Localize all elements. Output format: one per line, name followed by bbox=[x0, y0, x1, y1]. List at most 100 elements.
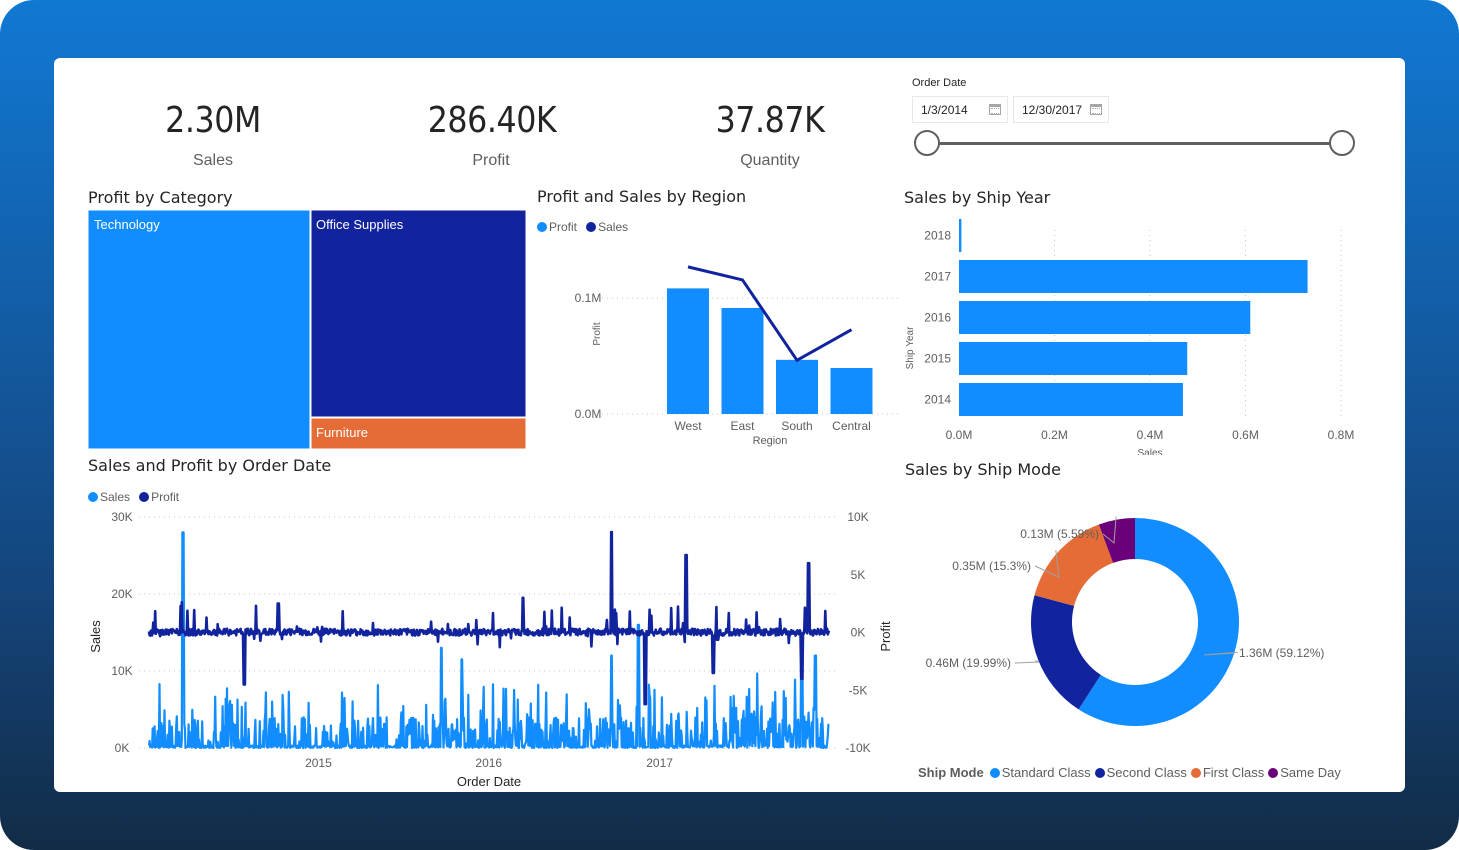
data-label: 1.36M (59.12%) bbox=[1239, 646, 1324, 660]
calendar-icon[interactable] bbox=[989, 104, 1001, 115]
y-tick-label: 2017 bbox=[924, 270, 951, 284]
legend-item-standard-class[interactable]: Standard Class bbox=[989, 765, 1091, 780]
y-tick-label: 2015 bbox=[924, 352, 951, 366]
x-tick-label: 0.4M bbox=[1137, 428, 1164, 442]
x-tick-label: 0.6M bbox=[1232, 428, 1259, 442]
legend-dot bbox=[139, 492, 150, 502]
bar-sales bbox=[959, 219, 962, 252]
legend-item-profit[interactable]: Profit bbox=[537, 220, 577, 234]
range-end-handle[interactable] bbox=[1329, 130, 1355, 156]
x-tick-label: 0.2M bbox=[1041, 428, 1068, 442]
treemap-tile-office-supplies[interactable] bbox=[310, 210, 527, 418]
legend-label: Second Class bbox=[1106, 765, 1187, 780]
profit-sales-by-region-chart: 0.0M0.1M0.2M0.4M0.6M0.8MProfitSalesWestE… bbox=[575, 265, 898, 447]
y-tick-label: 0.0M bbox=[575, 407, 602, 421]
ship-year-title: Sales by Ship Year bbox=[904, 188, 1051, 207]
x-tick-label: 2015 bbox=[305, 756, 332, 770]
sales-profit-by-order-date-chart: 0K 10K 20K 30K -10K -5K 0K 5K 10K Sales Profit 2015… bbox=[88, 510, 893, 789]
bar-sales bbox=[959, 260, 1308, 293]
y-axis-title: Sales bbox=[88, 620, 103, 653]
legend-item-second-class[interactable]: Second Class bbox=[1094, 765, 1187, 780]
legend-dot bbox=[1190, 767, 1201, 778]
data-label: 0.13M (5.59%) bbox=[1020, 527, 1099, 541]
leader-line bbox=[1014, 660, 1040, 664]
treemap-label: Office Supplies bbox=[316, 217, 404, 232]
x-tick-label: East bbox=[730, 419, 755, 433]
treemap-tile-technology[interactable] bbox=[88, 210, 311, 450]
data-label: 0.46M (19.99%) bbox=[926, 656, 1011, 670]
kpi-value: 2.30M bbox=[165, 100, 261, 141]
data-label: 0.35M (15.3%) bbox=[952, 559, 1031, 573]
order-date-chart-title: Sales and Profit by Order Date bbox=[88, 456, 332, 475]
bar-profit bbox=[830, 367, 873, 414]
line-profit bbox=[147, 530, 831, 706]
legend-dot bbox=[1268, 767, 1279, 778]
x-tick-label: 2017 bbox=[646, 756, 673, 770]
bar-profit bbox=[776, 359, 818, 414]
kpi-label: Profit bbox=[472, 152, 510, 169]
treemap-title: Profit by Category bbox=[88, 188, 233, 207]
end-date-value: 12/30/2017 bbox=[1022, 103, 1083, 117]
legend-label: First Class bbox=[1202, 765, 1265, 780]
legend-item-first-class[interactable]: First Class bbox=[1190, 765, 1265, 780]
y-tick-label: 20K bbox=[111, 587, 132, 601]
y-tick-label: 2014 bbox=[924, 393, 951, 407]
legend-title: Ship Mode bbox=[918, 765, 984, 780]
legend-dot bbox=[1094, 767, 1105, 778]
slicer-label: Order Date bbox=[912, 77, 967, 89]
legend-label: Profit bbox=[151, 490, 180, 504]
ship-mode-title: Sales by Ship Mode bbox=[905, 460, 1061, 479]
y2-axis-title: Profit bbox=[878, 621, 893, 652]
legend-dot bbox=[537, 222, 547, 232]
report-canvas: 2.30M Sales 286.40K Profit 37.87K Quanti… bbox=[54, 58, 1405, 792]
legend-item-profit[interactable]: Profit bbox=[139, 490, 179, 504]
sales-by-ship-mode-donut: 1.36M (59.12%) 0.46M (19.99%) 0.35M (15.3%… bbox=[926, 516, 1324, 726]
kpi-value: 37.87K bbox=[715, 100, 825, 141]
legend-item-sales[interactable]: Sales bbox=[586, 220, 628, 234]
date-range-track[interactable] bbox=[927, 142, 1342, 145]
line-sales bbox=[687, 265, 853, 363]
x-tick-label: 0.0M bbox=[946, 428, 973, 442]
start-date-input[interactable]: 1/3/2014 bbox=[912, 96, 1008, 123]
legend-label: Standard Class bbox=[1001, 765, 1091, 780]
legend-dot bbox=[586, 222, 597, 232]
bar-sales bbox=[959, 383, 1183, 416]
bar-sales bbox=[959, 301, 1251, 334]
legend-label: Sales bbox=[598, 220, 629, 234]
kpi-label: Sales bbox=[192, 152, 234, 169]
end-date-input[interactable]: 12/30/2017 bbox=[1013, 96, 1109, 123]
bar-profit bbox=[721, 307, 764, 414]
y-tick-label: 2016 bbox=[924, 311, 951, 325]
y-tick-label: 0K bbox=[115, 741, 130, 755]
legend-item-same-day[interactable]: Same Day bbox=[1268, 765, 1341, 780]
y2-tick-label: -5K bbox=[849, 683, 868, 697]
bar-sales bbox=[959, 342, 1188, 375]
y-tick-label: 30K bbox=[111, 510, 132, 524]
start-date-value: 1/3/2014 bbox=[921, 103, 968, 117]
legend-label: Sales bbox=[100, 490, 131, 504]
y2-tick-label: 10K bbox=[847, 510, 868, 524]
calendar-icon[interactable] bbox=[1090, 104, 1102, 115]
bar-profit bbox=[667, 288, 709, 414]
x-axis-title: Region bbox=[753, 435, 788, 447]
treemap-label: Technology bbox=[94, 217, 160, 232]
treemap-label: Furniture bbox=[316, 425, 368, 440]
y-axis-title: Ship Year bbox=[905, 326, 916, 369]
y-axis-title: Profit bbox=[592, 322, 603, 346]
ship-mode-legend: Ship Mode Standard Class Second Class Fi… bbox=[918, 765, 1345, 780]
x-tick-label: South bbox=[781, 419, 812, 433]
x-tick-label: 0.8M bbox=[1328, 428, 1355, 442]
y-tick-label: 2018 bbox=[924, 229, 951, 243]
range-start-handle[interactable] bbox=[914, 130, 940, 156]
x-axis-title: Sales bbox=[1137, 448, 1162, 455]
legend-item-sales[interactable]: Sales bbox=[88, 490, 130, 504]
y2-tick-label: -10K bbox=[845, 741, 870, 755]
y-tick-label: 10K bbox=[111, 664, 132, 678]
region-chart-title: Profit and Sales by Region bbox=[537, 187, 747, 206]
legend-dot bbox=[88, 492, 98, 502]
kpi-label: Quantity bbox=[740, 152, 800, 169]
y2-tick-label: 0K bbox=[851, 626, 866, 640]
legend-dot bbox=[989, 767, 1000, 778]
x-axis-title: Order Date bbox=[457, 774, 521, 789]
profit-by-category-treemap: Technology Office Supplies Furniture bbox=[88, 210, 527, 450]
